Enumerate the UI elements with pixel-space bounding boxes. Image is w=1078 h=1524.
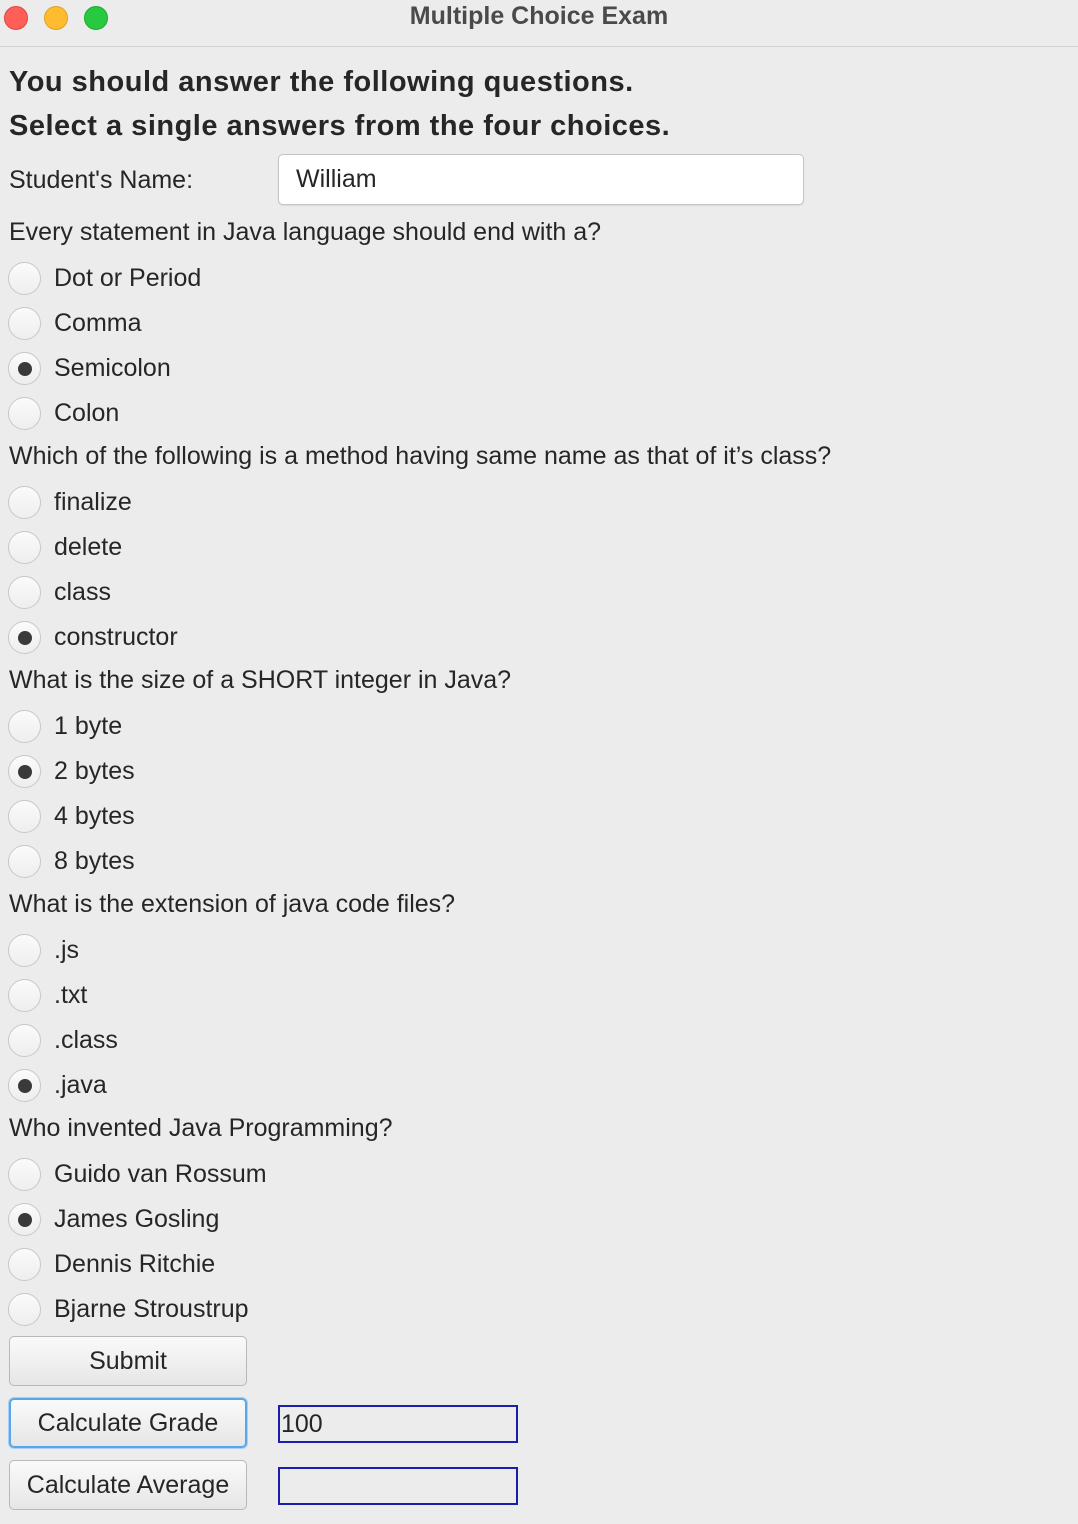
question-4-option-4[interactable]: .java [8, 1067, 107, 1103]
radio-button[interactable] [8, 530, 41, 564]
question-5-option-3[interactable]: Dennis Ritchie [8, 1246, 215, 1282]
question-1-option-4[interactable]: Colon [8, 395, 119, 431]
grade-result-field[interactable] [278, 1405, 518, 1443]
option-label: 4 bytes [54, 801, 135, 830]
calculate-grade-button[interactable]: Calculate Grade [9, 1398, 247, 1448]
question-1-option-2[interactable]: Comma [8, 305, 142, 341]
question-4-option-1[interactable]: .js [8, 932, 79, 968]
radio-button[interactable] [8, 306, 41, 340]
question-2-text: Which of the following is a method havin… [9, 442, 832, 470]
radio-button[interactable] [8, 575, 41, 609]
instructions-line-2: Select a single answers from the four ch… [9, 110, 671, 142]
option-label: James Gosling [54, 1204, 220, 1233]
option-label: .class [54, 1025, 118, 1054]
radio-button[interactable] [8, 799, 41, 833]
radio-button[interactable] [8, 261, 41, 295]
option-label: .java [54, 1070, 107, 1099]
question-5-option-1[interactable]: Guido van Rossum [8, 1156, 267, 1192]
title-bar: Multiple Choice Exam [0, 0, 1078, 47]
radio-button[interactable] [8, 1247, 41, 1281]
option-label: constructor [54, 622, 178, 651]
radio-button[interactable] [8, 844, 41, 878]
question-1-option-1[interactable]: Dot or Period [8, 260, 201, 296]
option-label: 2 bytes [54, 756, 135, 785]
radio-button[interactable] [8, 933, 41, 967]
option-label: Guido van Rossum [54, 1159, 267, 1188]
question-2-option-2[interactable]: delete [8, 529, 122, 565]
question-2-option-3[interactable]: class [8, 574, 111, 610]
radio-button-selected[interactable] [8, 620, 41, 654]
question-4-text: What is the extension of java code files… [9, 890, 456, 918]
question-2-option-1[interactable]: finalize [8, 484, 132, 520]
option-label: Semicolon [54, 353, 171, 382]
question-1-text: Every statement in Java language should … [9, 218, 602, 246]
window-title: Multiple Choice Exam [409, 2, 669, 30]
student-name-input[interactable] [278, 154, 804, 205]
radio-button-selected[interactable] [8, 1068, 41, 1102]
question-5-text: Who invented Java Programming? [9, 1114, 393, 1142]
question-5-option-2[interactable]: James Gosling [8, 1201, 219, 1237]
option-label: class [54, 577, 111, 606]
radio-button[interactable] [8, 1023, 41, 1057]
radio-button[interactable] [8, 485, 41, 519]
student-name-label: Student's Name: [9, 166, 194, 194]
question-3-option-4[interactable]: 8 bytes [8, 843, 135, 879]
option-label: 8 bytes [54, 846, 135, 875]
question-1-option-3[interactable]: Semicolon [8, 350, 171, 386]
option-label: .txt [54, 980, 88, 1009]
option-label: Bjarne Stroustrup [54, 1294, 249, 1323]
radio-button-selected[interactable] [8, 351, 41, 385]
radio-button[interactable] [8, 978, 41, 1012]
question-4-option-3[interactable]: .class [8, 1022, 118, 1058]
average-result-field[interactable] [278, 1467, 518, 1505]
question-3-option-2[interactable]: 2 bytes [8, 753, 135, 789]
option-label: Comma [54, 308, 142, 337]
radio-button-selected[interactable] [8, 754, 41, 788]
question-2-option-4[interactable]: constructor [8, 619, 178, 655]
radio-button[interactable] [8, 709, 41, 743]
radio-button[interactable] [8, 1292, 41, 1326]
question-5-option-4[interactable]: Bjarne Stroustrup [8, 1291, 249, 1327]
option-label: finalize [54, 487, 132, 516]
radio-button[interactable] [8, 1157, 41, 1191]
option-label: Dennis Ritchie [54, 1249, 216, 1278]
option-label: Colon [54, 398, 120, 427]
option-label: .js [54, 935, 79, 964]
question-4-option-2[interactable]: .txt [8, 977, 87, 1013]
option-label: Dot or Period [54, 263, 202, 292]
option-label: 1 byte [54, 711, 123, 740]
question-3-option-3[interactable]: 4 bytes [8, 798, 135, 834]
instructions-line-1: You should answer the following question… [9, 66, 634, 98]
radio-button-selected[interactable] [8, 1202, 41, 1236]
question-3-text: What is the size of a SHORT integer in J… [9, 666, 512, 694]
calculate-average-button[interactable]: Calculate Average [9, 1460, 247, 1510]
radio-button[interactable] [8, 396, 41, 430]
question-3-option-1[interactable]: 1 byte [8, 708, 122, 744]
option-label: delete [54, 532, 123, 561]
submit-button[interactable]: Submit [9, 1336, 247, 1386]
